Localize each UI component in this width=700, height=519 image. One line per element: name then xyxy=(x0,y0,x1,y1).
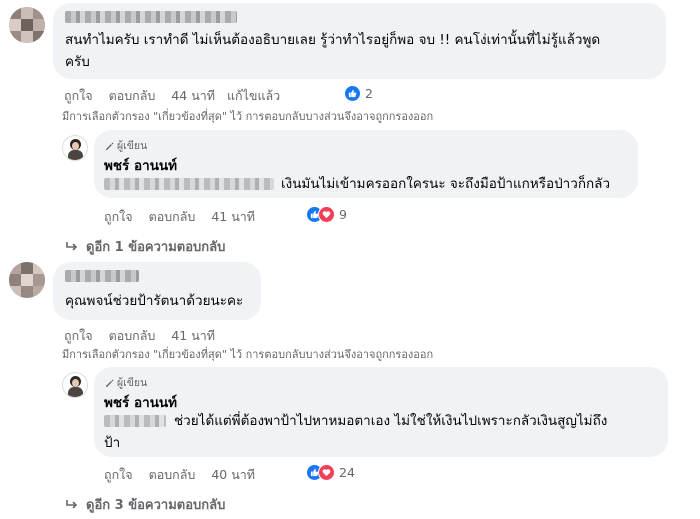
like-button[interactable]: ถูกใจ xyxy=(104,207,133,227)
like-icon xyxy=(344,85,361,102)
comment-text-line2: ครับ xyxy=(65,54,90,70)
author-badge-icon xyxy=(106,379,114,387)
comment-bubble: สนทำไมครับ เราทำดี ไม่เห็นต้องอธิบายเลย … xyxy=(53,3,666,79)
reply-bubble: ผู้เขียน พชร์ อานนท์ ช่วยได้แต่พี่ต้องพา… xyxy=(94,367,668,457)
reply-avatar[interactable] xyxy=(62,135,88,161)
reply-text-line1: ช่วยได้แต่พี่ต้องพาป้าไปหาหมอตาเอง ไม่ใช… xyxy=(174,413,608,429)
reply-button[interactable]: ตอบกลับ xyxy=(109,326,156,346)
comment-time[interactable]: 41 นาที xyxy=(171,326,215,346)
reply-button[interactable]: ตอบกลับ xyxy=(149,465,196,485)
reply-text: ช่วยได้แต่พี่ต้องพาป้าไปหาหมอตาเอง ไม่ใช… xyxy=(104,410,660,454)
reply-time[interactable]: 40 นาที xyxy=(211,465,255,485)
reply-button[interactable]: ตอบกลับ xyxy=(109,86,156,106)
author-badge: ผู้เขียน xyxy=(104,374,147,391)
comment-bubble: คุณพจน์ช่วยป้ารัตนาด้วยนะคะ xyxy=(53,262,261,320)
love-icon xyxy=(318,206,335,223)
reply-arrow-icon xyxy=(66,499,78,509)
more-replies-link[interactable]: ดูอีก 1 ข้อความตอบกลับ xyxy=(66,236,225,257)
like-button[interactable]: ถูกใจ xyxy=(64,86,93,106)
reply-bubble: ผู้เขียน พชร์ อานนท์ เงินมันไม่เข้ามครออ… xyxy=(94,130,638,198)
comment-avatar[interactable] xyxy=(9,7,45,43)
commenter-name-blurred[interactable] xyxy=(65,270,139,282)
commenter-name-blurred[interactable] xyxy=(65,11,237,23)
reply-reaction-summary[interactable]: 24 xyxy=(306,464,355,481)
reply-arrow-icon xyxy=(66,241,78,251)
author-badge: ผู้เขียน xyxy=(104,137,147,154)
reaction-summary[interactable]: 2 xyxy=(344,85,373,102)
reply-reaction-summary[interactable]: 9 xyxy=(306,206,347,223)
reply-button[interactable]: ตอบกลับ xyxy=(149,207,196,227)
comment-text: คุณพจน์ช่วยป้ารัตนาด้วยนะคะ xyxy=(65,293,244,309)
like-button[interactable]: ถูกใจ xyxy=(104,465,133,485)
comment-time[interactable]: 44 นาที xyxy=(171,86,215,106)
comment-actions: ถูกใจ ตอบกลับ 44 นาที แก้ไขแล้ว xyxy=(64,86,296,106)
edited-label[interactable]: แก้ไขแล้ว xyxy=(227,86,280,106)
reply-actions: ถูกใจ ตอบกลับ 40 นาที xyxy=(104,465,267,485)
author-badge-label: ผู้เขียน xyxy=(117,140,148,152)
filter-note: มีการเลือกตัวกรอง "เกี่ยวข้องที่สุด" ไว้… xyxy=(62,348,434,361)
reply-avatar[interactable] xyxy=(62,372,88,398)
reaction-count: 9 xyxy=(339,207,347,222)
reply-author-name[interactable]: พชร์ อานนท์ xyxy=(104,154,177,176)
comment-text: สนทำไมครับ เราทำดี ไม่เห็นต้องอธิบายเลย … xyxy=(65,29,661,73)
reply-text-line2: ป้า xyxy=(104,435,121,451)
reply-text: เงินมันไม่เข้ามครออกใครนะ จะถึงมือป้าแกห… xyxy=(281,176,611,192)
reaction-count: 24 xyxy=(339,465,355,480)
comment-actions: ถูกใจ ตอบกลับ 41 นาที xyxy=(64,326,227,346)
reply-actions: ถูกใจ ตอบกลับ 41 นาที xyxy=(104,207,267,227)
more-replies-label: ดูอีก 1 ข้อความตอบกลับ xyxy=(86,240,226,255)
reply-time[interactable]: 41 นาที xyxy=(211,207,255,227)
comment-text-line1: สนทำไมครับ เราทำดี ไม่เห็นต้องอธิบายเลย … xyxy=(65,32,601,48)
mention-name-blurred[interactable] xyxy=(104,178,274,190)
reaction-count: 2 xyxy=(365,86,373,101)
like-button[interactable]: ถูกใจ xyxy=(64,326,93,346)
author-badge-label: ผู้เขียน xyxy=(117,377,148,389)
more-replies-label: ดูอีก 3 ข้อความตอบกลับ xyxy=(86,498,226,513)
more-replies-link[interactable]: ดูอีก 3 ข้อความตอบกลับ xyxy=(66,494,225,515)
love-icon xyxy=(318,464,335,481)
author-badge-icon xyxy=(106,142,114,150)
comment-avatar[interactable] xyxy=(9,262,45,298)
filter-note: มีการเลือกตัวกรอง "เกี่ยวข้องที่สุด" ไว้… xyxy=(62,110,434,123)
